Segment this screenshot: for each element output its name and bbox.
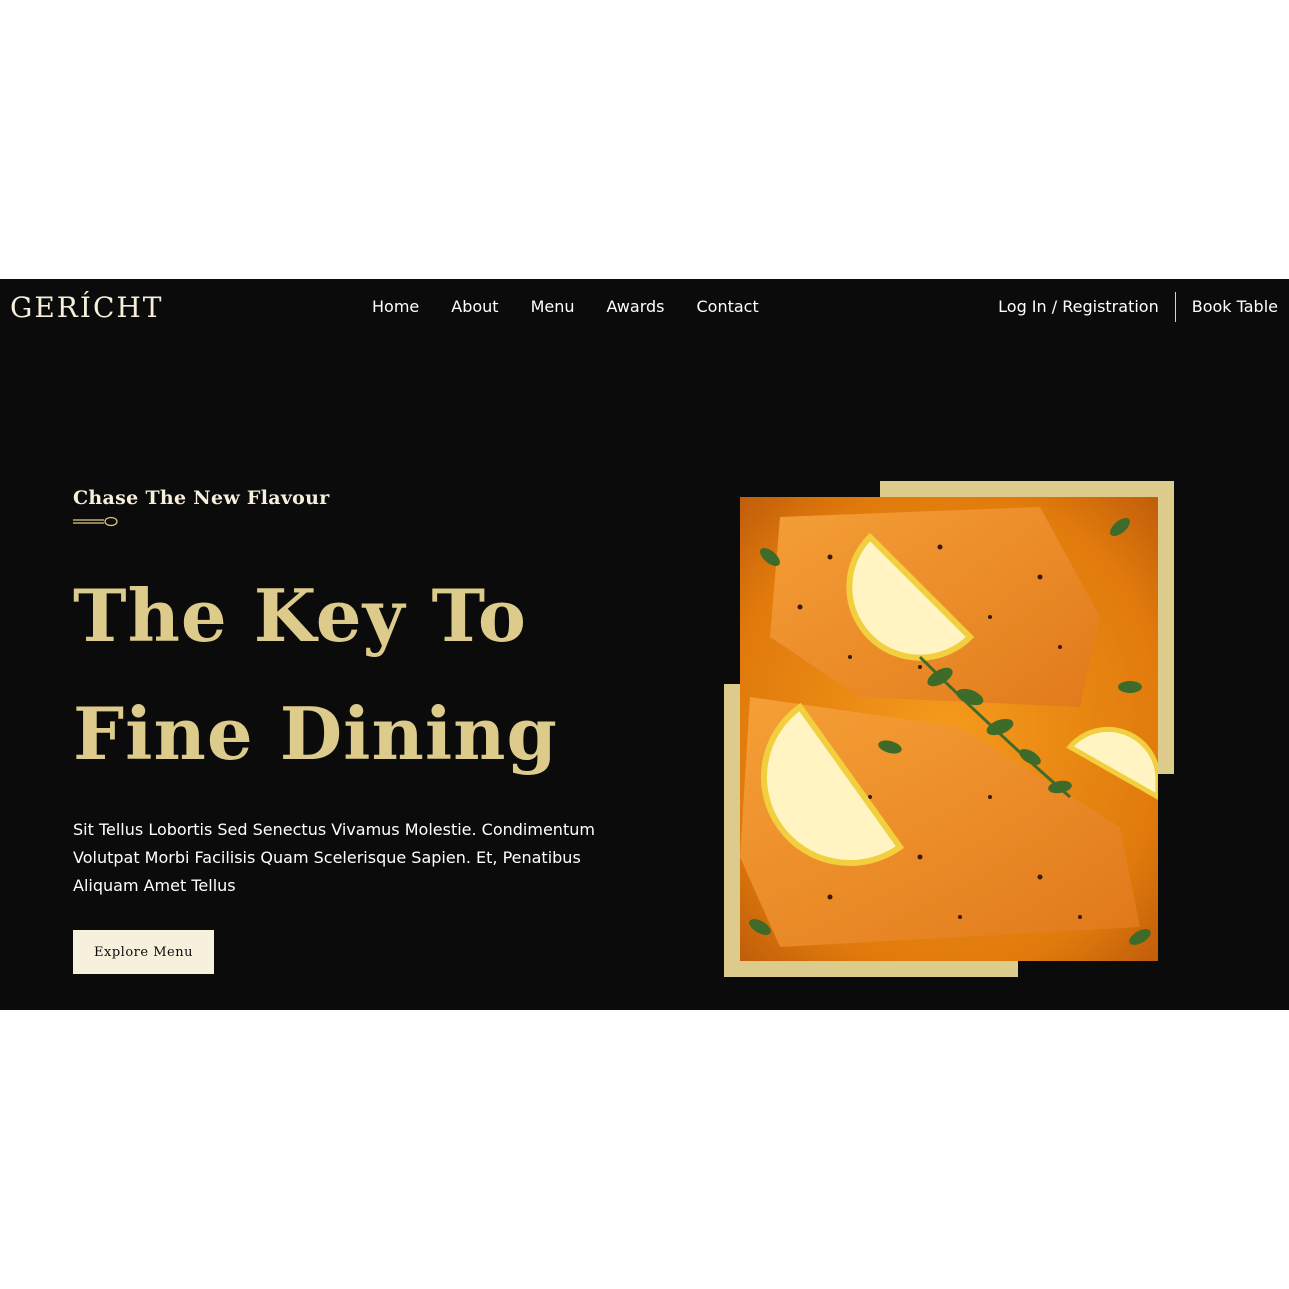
- brand-logo[interactable]: GERÍCHT: [10, 291, 163, 325]
- nav-link-home[interactable]: Home: [372, 296, 419, 318]
- hero-section: GERÍCHT Home About Menu Awards Contact L…: [0, 279, 1289, 1010]
- nav-divider: [1174, 292, 1176, 322]
- nav-link-contact[interactable]: Contact: [696, 296, 758, 318]
- nav-link-menu[interactable]: Menu: [531, 296, 575, 318]
- headline-line-1: The Key To: [73, 573, 527, 658]
- spoon-icon: [73, 516, 118, 527]
- nav-link-awards[interactable]: Awards: [607, 296, 665, 318]
- headline-line-2: Fine Dining: [73, 691, 558, 776]
- hero-description: Sit Tellus Lobortis Sed Senectus Vivamus…: [73, 820, 595, 895]
- login-registration-link[interactable]: Log In / Registration: [998, 296, 1159, 318]
- main-nav: Home About Menu Awards Contact: [372, 296, 791, 318]
- book-table-link[interactable]: Book Table: [1192, 296, 1278, 318]
- explore-menu-button[interactable]: Explore Menu: [73, 930, 214, 974]
- hero-subtitle: Chase The New Flavour: [73, 487, 330, 509]
- nav-actions: Log In / Registration Book Table: [998, 292, 1278, 322]
- hero-food-image: [740, 497, 1158, 961]
- nav-link-about[interactable]: About: [451, 296, 498, 318]
- hero-headline: The Key To Fine Dining: [73, 557, 633, 793]
